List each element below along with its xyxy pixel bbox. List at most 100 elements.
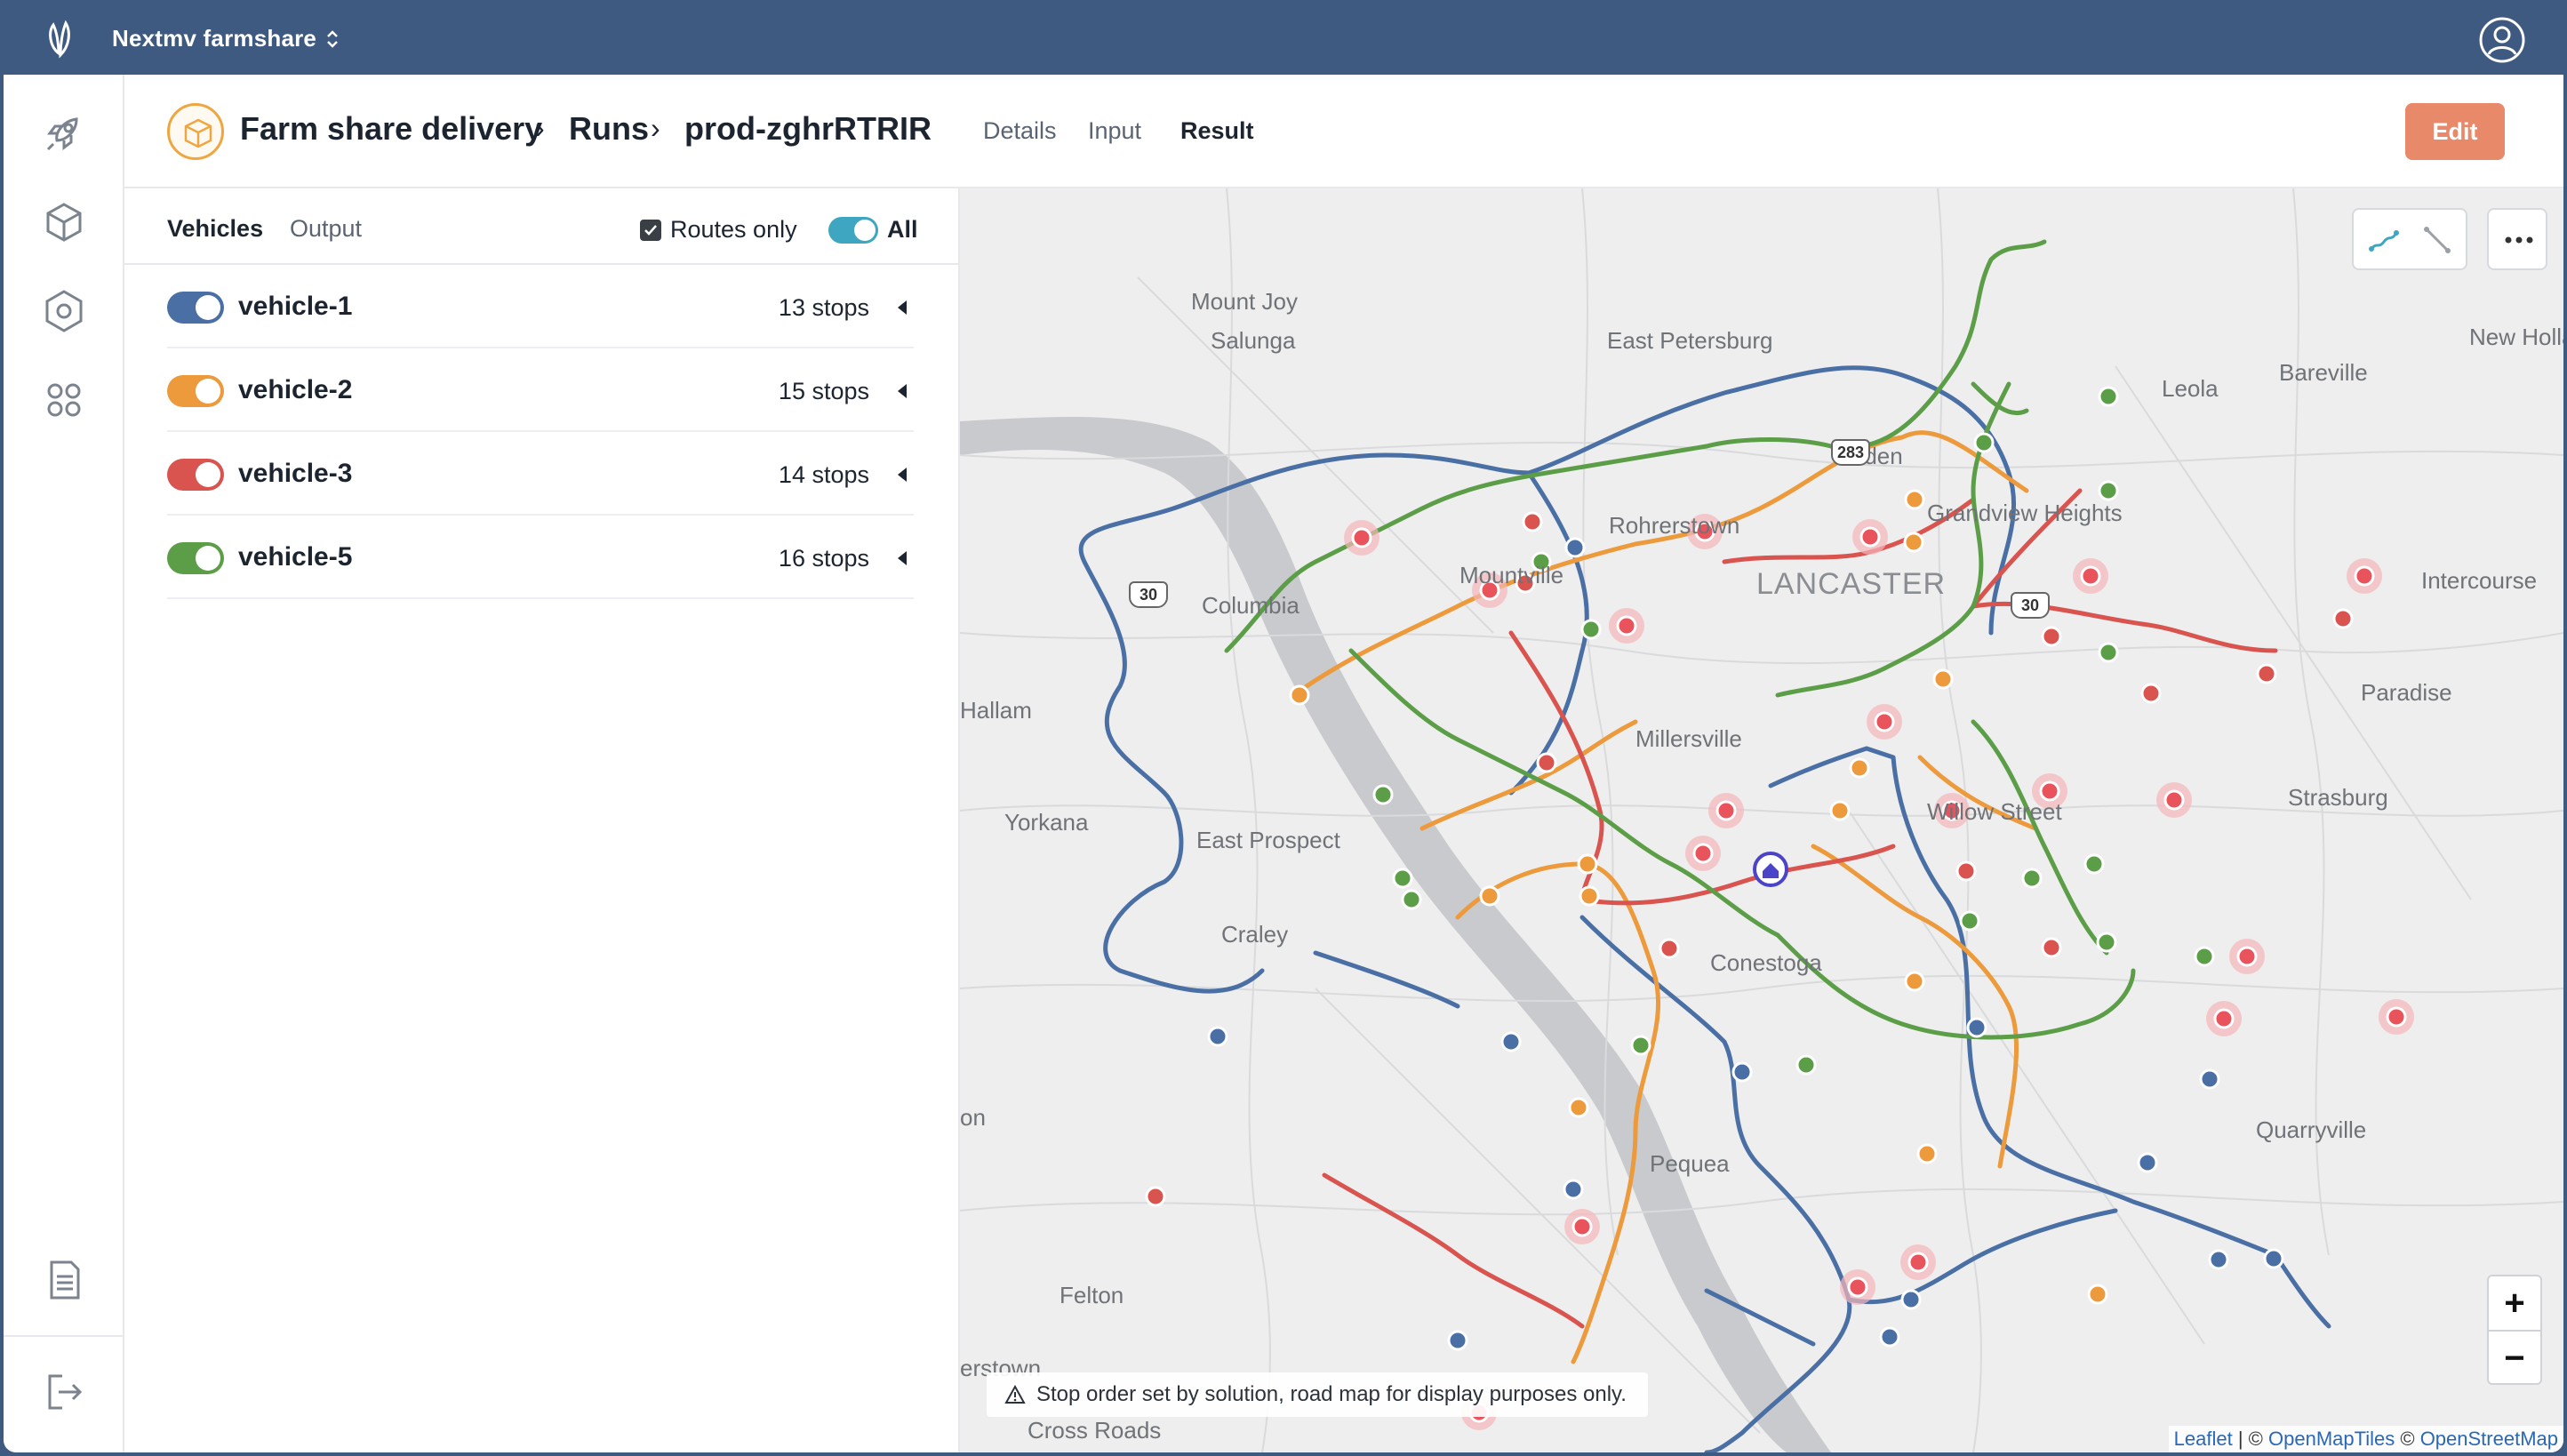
vehicle-row[interactable]: vehicle-1 13 stops xyxy=(167,265,914,348)
map-notice-text: Stop order set by solution, road map for… xyxy=(1036,1382,1627,1406)
map-place-label: Strasburg xyxy=(2288,784,2388,811)
map-place-label: Cross Roads xyxy=(1028,1417,1162,1444)
vehicle-stop-count: 14 stops xyxy=(778,461,869,488)
breadcrumb-app[interactable]: Farm share delivery xyxy=(240,110,542,148)
breadcrumb-separator: › xyxy=(535,112,545,144)
app-icon xyxy=(167,103,224,160)
marketplace-grid-icon[interactable] xyxy=(37,373,91,427)
map-place-label: Mount Joy xyxy=(1191,288,1298,315)
vehicle-stop-count: 16 stops xyxy=(778,545,869,572)
route-shield: 283 xyxy=(1831,439,1870,466)
vehicle-toggle[interactable] xyxy=(167,292,224,324)
route-shield: 30 xyxy=(2011,592,2050,619)
rocket-icon[interactable] xyxy=(37,107,91,160)
map-place-label: Millersville xyxy=(1635,725,1742,752)
map-place-label: Columbia xyxy=(1202,592,1299,619)
leaflet-link[interactable]: Leaflet xyxy=(2174,1428,2233,1450)
tab-output[interactable]: Output xyxy=(290,215,362,243)
vehicle-toggle[interactable] xyxy=(167,459,224,491)
tab-vehicles[interactable]: Vehicles xyxy=(167,215,263,243)
map-place-label: Yorkana xyxy=(1004,809,1089,836)
all-label: All xyxy=(887,216,918,243)
map-place-label: Mountville xyxy=(1459,562,1564,588)
logout-icon[interactable] xyxy=(37,1365,91,1419)
map-place-label: New Holland xyxy=(2469,324,2563,350)
vehicle-name: vehicle-5 xyxy=(238,542,353,572)
straight-line-route-icon[interactable] xyxy=(2419,222,2455,258)
map-place-label: Leola xyxy=(2162,375,2219,402)
check-icon xyxy=(644,225,657,236)
vehicle-toggle[interactable] xyxy=(167,375,224,407)
map-place-label: Grandview Heights xyxy=(1927,500,2123,526)
vehicle-row[interactable]: vehicle-2 15 stops xyxy=(167,348,914,432)
cube-icon xyxy=(184,118,212,148)
vehicle-name: vehicle-3 xyxy=(238,459,353,488)
openstreetmap-link[interactable]: OpenStreetMap xyxy=(2420,1428,2558,1450)
user-account-icon[interactable] xyxy=(2478,16,2526,64)
vehicle-stop-count: 13 stops xyxy=(778,294,869,321)
breadcrumb-runs[interactable]: Runs xyxy=(569,110,649,148)
main-frame: Farm share delivery › Runs › prod-zghrRT… xyxy=(4,75,2563,1452)
icon-sidebar xyxy=(4,75,124,1452)
all-vehicles-toggle[interactable] xyxy=(828,217,878,244)
breadcrumb-separator: › xyxy=(651,112,660,144)
map-attribution: Leaflet | © OpenMapTiles © OpenStreetMap xyxy=(2168,1426,2563,1452)
map-place-label: Conestoga xyxy=(1710,949,1822,976)
sidebar-divider xyxy=(4,1335,124,1337)
map-place-label: East Petersburg xyxy=(1607,327,1773,354)
zoom-in-button[interactable]: + xyxy=(2489,1276,2540,1330)
map-place-label: East Prospect xyxy=(1196,827,1340,853)
docs-icon[interactable] xyxy=(37,1253,91,1307)
tab-input[interactable]: Input xyxy=(1088,117,1141,145)
vehicle-toggle[interactable] xyxy=(167,542,224,574)
tab-details[interactable]: Details xyxy=(983,117,1057,145)
apps-cube-icon[interactable] xyxy=(37,196,91,249)
map-place-label: Bareville xyxy=(2279,359,2368,386)
map-place-label: Hallam xyxy=(960,697,1032,724)
routes-only-checkbox[interactable] xyxy=(640,220,661,241)
map-place-label: Willow Street xyxy=(1927,798,2062,825)
map-notice: Stop order set by solution, road map for… xyxy=(987,1372,1648,1417)
attribution-separator: © xyxy=(2395,1428,2420,1450)
top-bar: Nextmv farmshare xyxy=(0,0,2567,75)
openmaptiles-link[interactable]: OpenMapTiles xyxy=(2268,1428,2395,1450)
expand-caret-icon[interactable] xyxy=(898,300,907,315)
road-route-icon[interactable] xyxy=(2366,222,2402,258)
route-shield: 30 xyxy=(1129,581,1168,608)
map-place-label: on xyxy=(960,1104,986,1131)
map-place-label: Pequea xyxy=(1650,1150,1730,1177)
expand-caret-icon[interactable] xyxy=(898,551,907,565)
map-place-label: Intercourse xyxy=(2421,567,2538,594)
vehicle-name: vehicle-2 xyxy=(238,375,353,404)
warning-icon xyxy=(1004,1385,1026,1404)
map-place-label: Rohrerstown xyxy=(1609,512,1740,539)
edit-button[interactable]: Edit xyxy=(2405,103,2505,160)
zoom-out-button[interactable]: − xyxy=(2489,1332,2540,1385)
map-place-label: Felton xyxy=(1060,1282,1124,1308)
vehicle-stop-count: 15 stops xyxy=(778,378,869,404)
map-place-label: Quarryville xyxy=(2256,1116,2367,1143)
expand-caret-icon[interactable] xyxy=(898,468,907,482)
expand-caret-icon[interactable] xyxy=(898,384,907,398)
map-more-button[interactable] xyxy=(2487,208,2547,270)
breadcrumb-run-id: prod-zghrRTRIR xyxy=(684,110,932,147)
map-place-label: Craley xyxy=(1221,921,1289,948)
vehicle-name: vehicle-1 xyxy=(238,292,353,321)
zoom-control: + − xyxy=(2487,1275,2542,1385)
more-dots-icon xyxy=(2505,236,2533,244)
hexagon-settings-icon[interactable] xyxy=(37,284,91,338)
org-switch-icon[interactable] xyxy=(324,27,341,52)
tab-result[interactable]: Result xyxy=(1180,117,1254,145)
vehicle-row[interactable]: vehicle-5 16 stops xyxy=(167,516,914,599)
depot-home-icon xyxy=(1753,852,1788,887)
org-name[interactable]: Nextmv farmshare xyxy=(112,25,316,52)
route-map[interactable]: Mount Joy Salunga East Petersburg Leola … xyxy=(960,188,2563,1452)
routes-only-label: Routes only xyxy=(670,216,797,243)
vehicles-panel: Vehicles Output Routes only All vehicle-… xyxy=(124,188,960,1452)
page-header: Farm share delivery › Runs › prod-zghrRT… xyxy=(124,75,2563,188)
map-place-label: Paradise xyxy=(2361,679,2452,706)
nextmv-logo-icon[interactable] xyxy=(41,20,84,59)
route-view-toggle xyxy=(2352,208,2467,270)
attribution-separator: | © xyxy=(2232,1428,2268,1450)
vehicle-row[interactable]: vehicle-3 14 stops xyxy=(167,432,914,516)
